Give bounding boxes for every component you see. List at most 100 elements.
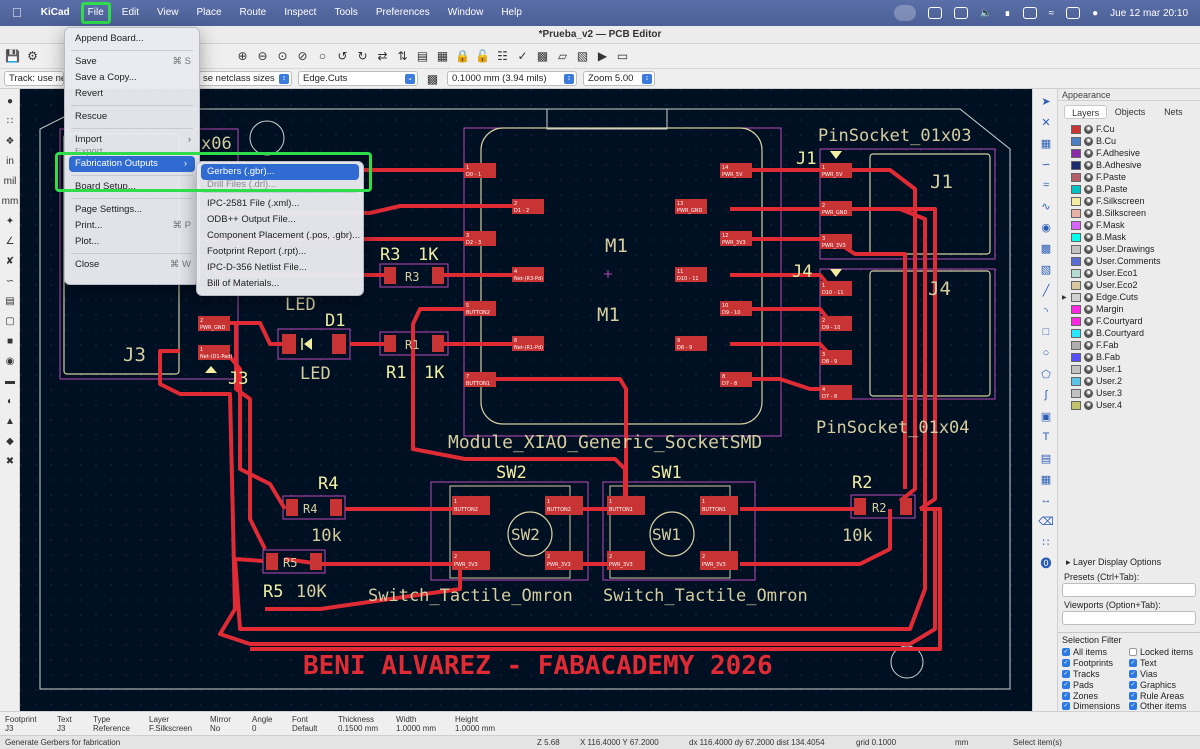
selection-filter-checkbox[interactable]: ✓ Text — [1129, 658, 1196, 669]
tune-length-icon[interactable]: ∿ — [1037, 197, 1055, 215]
draw-bezier-icon[interactable]: ∫ — [1037, 386, 1055, 404]
checkbox-checked-icon[interactable]: ✓ — [1129, 691, 1137, 700]
delete-icon[interactable]: ⌫ — [1037, 512, 1055, 530]
group-icon[interactable]: ▦ — [434, 48, 451, 65]
drc-icon[interactable]: ✓ — [514, 48, 531, 65]
selection-filter-checkbox[interactable]: Locked items — [1129, 647, 1196, 658]
menu-item-page-settings[interactable]: Page Settings... — [65, 202, 199, 218]
mil-units-icon[interactable]: mil — [2, 173, 18, 189]
layer-color-swatch[interactable] — [1071, 148, 1081, 158]
menu-edit[interactable]: Edit — [113, 0, 148, 26]
curved-ratsnest-icon[interactable]: ∽ — [2, 273, 18, 289]
menubar-datetime[interactable]: Jue 12 mar 20:10 — [1110, 8, 1188, 19]
save-icon[interactable]: 💾 — [4, 48, 21, 65]
menu-item-save-copy[interactable]: Save a Copy... — [65, 70, 199, 86]
eye-icon[interactable]: ◉ — [1084, 208, 1093, 218]
eye-icon[interactable]: ◉ — [1084, 280, 1093, 290]
menu-item-ipc2581[interactable]: IPC-2581 File (.xml)... — [197, 196, 363, 212]
layer-display-options-toggle[interactable]: ▸ Layer Display Options — [1066, 557, 1161, 568]
menu-item-odbpp[interactable]: ODB++ Output File... — [197, 212, 363, 228]
layer-pair-icon[interactable]: ▩ — [424, 70, 441, 87]
measure-icon[interactable]: ⓿ — [1037, 554, 1055, 572]
layer-color-swatch[interactable] — [1071, 124, 1081, 134]
draw-circle-icon[interactable]: ○ — [1037, 344, 1055, 362]
cursor-icon[interactable]: ✦ — [2, 213, 18, 229]
viewports-select[interactable] — [1062, 611, 1196, 625]
selection-filter-checkbox[interactable]: ✓ All items — [1062, 647, 1129, 658]
eye-icon[interactable]: ◉ — [1084, 220, 1093, 230]
add-text-icon[interactable]: T — [1037, 428, 1055, 446]
menu-item-board-setup[interactable]: Board Setup... — [65, 179, 199, 195]
eye-icon[interactable]: ◉ — [1084, 376, 1093, 386]
layer-row[interactable]: ◉ B.Silkscreen — [1062, 207, 1196, 219]
menu-preferences[interactable]: Preferences — [367, 0, 439, 26]
layer-color-swatch[interactable] — [1071, 184, 1081, 194]
draw-arc-icon[interactable]: ◝ — [1037, 302, 1055, 320]
selection-filter-checkbox[interactable]: ✓ Graphics — [1129, 679, 1196, 690]
presets-select[interactable] — [1062, 583, 1196, 597]
layer-row[interactable]: ◉ User.2 — [1062, 375, 1196, 387]
layer-color-swatch[interactable] — [1071, 388, 1081, 398]
eye-icon[interactable]: ◉ — [1084, 184, 1093, 194]
menu-item-append-board[interactable]: Append Board... — [65, 31, 199, 47]
layer-color-swatch[interactable] — [1071, 364, 1081, 374]
layer-row[interactable]: ◉ F.Mask — [1062, 219, 1196, 231]
menu-item-export[interactable]: Export — [65, 148, 199, 156]
lock-icon[interactable] — [953, 7, 968, 19]
add-rule-area-icon[interactable]: ▧ — [1037, 260, 1055, 278]
schematic-icon[interactable]: ▧ — [574, 48, 591, 65]
eye-icon[interactable]: ◉ — [1084, 316, 1093, 326]
layer-row[interactable]: ◉ B.Cu — [1062, 135, 1196, 147]
menu-view[interactable]: View — [148, 0, 188, 26]
layer-color-swatch[interactable] — [1071, 196, 1081, 206]
bluetooth-icon[interactable]: ∎ — [1004, 8, 1010, 19]
selection-filter-checkbox[interactable]: ✓ Vias — [1129, 669, 1196, 680]
mm-units-icon[interactable]: mm — [2, 193, 19, 209]
layer-color-swatch[interactable] — [1071, 316, 1081, 326]
layer-color-swatch[interactable] — [1071, 244, 1081, 254]
layers-manager-icon[interactable]: ◆ — [2, 433, 18, 449]
route-diff-pair-icon[interactable]: ≈ — [1037, 176, 1055, 194]
menu-item-gerbers[interactable]: Gerbers (.gbr)... — [201, 164, 359, 180]
eye-icon[interactable]: ◉ — [1084, 256, 1093, 266]
layer-color-swatch[interactable] — [1071, 280, 1081, 290]
layer-color-swatch[interactable] — [1071, 292, 1081, 302]
local-ratsnest-icon[interactable]: ✕ — [1037, 113, 1055, 131]
layer-row[interactable]: ◉ Margin — [1062, 303, 1196, 315]
checkbox-checked-icon[interactable]: ✓ — [1062, 669, 1070, 678]
selection-filter-checkbox[interactable]: ✓ Rule Areas — [1129, 690, 1196, 701]
track-width-select[interactable]: Track: use net — [4, 71, 64, 86]
menu-item-ipc-d-356[interactable]: IPC-D-356 Netlist File... — [197, 260, 363, 276]
grid-toggle-icon[interactable]: ∷ — [2, 113, 18, 129]
menu-item-fabrication-outputs[interactable]: Fabrication Outputs › — [69, 156, 195, 172]
add-image-icon[interactable]: ▣ — [1037, 407, 1055, 425]
layer-row[interactable]: ◉ B.Paste — [1062, 183, 1196, 195]
drc-marker-icon[interactable]: ● — [2, 93, 18, 109]
menu-item-footprint-report[interactable]: Footprint Report (.rpt)... — [197, 244, 363, 260]
layer-row[interactable]: ◉ B.Courtyard — [1062, 327, 1196, 339]
via-fill-icon[interactable]: ◉ — [2, 353, 18, 369]
eye-icon[interactable]: ◉ — [1084, 232, 1093, 242]
rotate-ccw-icon[interactable]: ↺ — [334, 48, 351, 65]
filled-zones-icon[interactable]: ▤ — [2, 293, 18, 309]
track-fill-icon[interactable]: ▬ — [2, 373, 18, 389]
layer-color-swatch[interactable] — [1071, 208, 1081, 218]
layer-select[interactable]: Edge.Cuts ⌄ — [298, 71, 418, 86]
tab-nets[interactable]: Nets — [1153, 105, 1194, 119]
route-track-icon[interactable]: ∽ — [1037, 155, 1055, 173]
layer-row[interactable]: ◉ User.1 — [1062, 363, 1196, 375]
layer-color-swatch[interactable] — [1071, 172, 1081, 182]
control-center-icon[interactable] — [1066, 7, 1081, 19]
siri-icon[interactable]: ● — [1092, 8, 1098, 19]
layer-color-swatch[interactable] — [1071, 400, 1081, 410]
angle-snap-icon[interactable]: ∠ — [2, 233, 18, 249]
zoom-objects-icon[interactable]: ⊘ — [294, 48, 311, 65]
checkbox-checked-icon[interactable]: ✓ — [1062, 659, 1070, 668]
layer-color-swatch[interactable] — [1071, 268, 1081, 278]
mirror-icon[interactable]: ⇅ — [394, 48, 411, 65]
menu-route[interactable]: Route — [231, 0, 276, 26]
netlist-icon[interactable]: ☷ — [494, 48, 511, 65]
apple-menu-icon[interactable]:  — [0, 0, 32, 26]
add-via-icon[interactable]: ◉ — [1037, 218, 1055, 236]
menu-file[interactable]: File — [79, 0, 113, 26]
